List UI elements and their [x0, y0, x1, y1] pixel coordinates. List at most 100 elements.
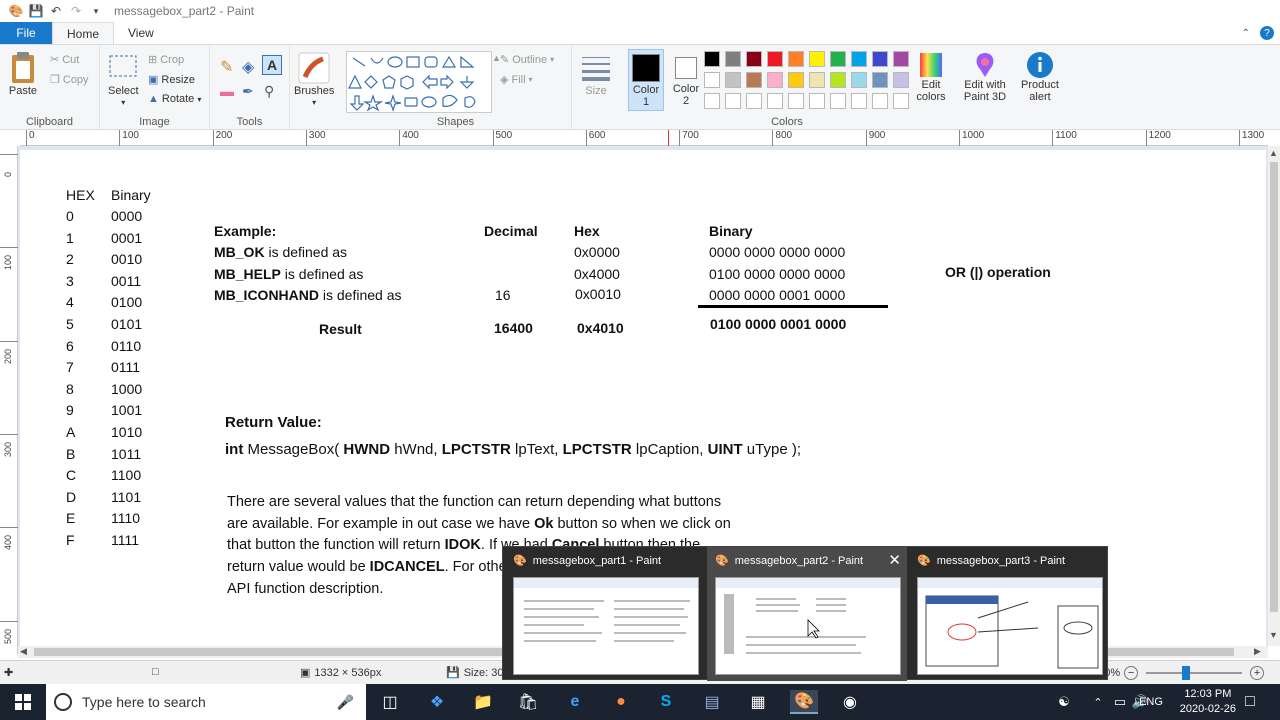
- color1-button[interactable]: Color 1: [628, 49, 664, 111]
- close-icon[interactable]: ✕: [888, 551, 901, 569]
- resize-button[interactable]: ▣ Resize: [148, 73, 195, 87]
- palette-swatch[interactable]: [704, 51, 720, 67]
- help-icon[interactable]: ?: [1260, 26, 1274, 40]
- palette-custom-swatch[interactable]: [893, 93, 909, 109]
- language-indicator[interactable]: ENG: [1136, 690, 1166, 714]
- palette-custom-swatch[interactable]: [746, 93, 762, 109]
- magnifier-icon[interactable]: ⚲: [264, 83, 274, 100]
- color-picker-icon[interactable]: ✒: [242, 83, 254, 100]
- people-icon[interactable]: ☯: [1052, 690, 1076, 714]
- customize-qat-icon[interactable]: ▾: [88, 3, 104, 19]
- product-alert-button[interactable]: Product alert: [1018, 51, 1062, 103]
- zoom-in-icon[interactable]: +: [1250, 666, 1265, 680]
- palette-swatch[interactable]: [809, 72, 825, 88]
- save-icon[interactable]: 💾: [28, 3, 44, 19]
- text-tool-icon[interactable]: A: [262, 55, 282, 75]
- notepad-icon[interactable]: ▤: [700, 690, 724, 714]
- shapes-gallery[interactable]: [346, 51, 492, 113]
- scroll-right-icon[interactable]: ▶: [1254, 646, 1261, 657]
- palette-custom-swatch[interactable]: [872, 93, 888, 109]
- taskbar-search-box[interactable]: Type here to search 🎤: [46, 684, 366, 720]
- tab-home[interactable]: Home: [52, 22, 115, 44]
- zoom-out-icon[interactable]: −: [1124, 666, 1139, 680]
- edge-icon[interactable]: e: [563, 690, 587, 714]
- palette-swatch[interactable]: [830, 51, 846, 67]
- microphone-icon[interactable]: 🎤: [337, 694, 354, 711]
- minimize-ribbon-icon[interactable]: ⌃: [1242, 28, 1250, 39]
- palette-swatch[interactable]: [767, 72, 783, 88]
- palette-swatch[interactable]: [893, 72, 909, 88]
- palette-swatch[interactable]: [809, 51, 825, 67]
- palette-swatch[interactable]: [872, 72, 888, 88]
- palette-swatch[interactable]: [725, 51, 741, 67]
- thumbnail-part1[interactable]: 🎨 messagebox_part1 - Paint: [505, 547, 705, 681]
- palette-swatch[interactable]: [872, 51, 888, 67]
- palette-custom-swatch[interactable]: [830, 93, 846, 109]
- palette-swatch[interactable]: [893, 51, 909, 67]
- selection-size: □: [152, 666, 159, 678]
- palette-swatch[interactable]: [746, 72, 762, 88]
- palette-custom-swatch[interactable]: [788, 93, 804, 109]
- edit-paint3d-button[interactable]: Edit with Paint 3D: [960, 51, 1010, 103]
- scroll-up-icon[interactable]: ▲: [1269, 148, 1278, 158]
- crop-button[interactable]: ⊞ Crop: [148, 53, 184, 67]
- palette-swatch[interactable]: [851, 72, 867, 88]
- dropbox-icon[interactable]: ❖: [425, 690, 449, 714]
- sig-part: lpText,: [510, 441, 563, 458]
- palette-custom-swatch[interactable]: [809, 93, 825, 109]
- palette-custom-swatch[interactable]: [704, 93, 720, 109]
- palette-swatch[interactable]: [725, 72, 741, 88]
- rotate-button[interactable]: ▲ Rotate ▾: [148, 93, 201, 105]
- undo-icon[interactable]: ↶: [48, 3, 64, 19]
- zoom-slider-thumb[interactable]: [1182, 666, 1191, 680]
- obs-icon[interactable]: ◉: [838, 690, 862, 714]
- skype-icon[interactable]: S: [654, 690, 678, 714]
- palette-swatch[interactable]: [851, 51, 867, 67]
- office-icon[interactable]: ▦: [746, 690, 770, 714]
- file-explorer-icon[interactable]: 📁: [471, 690, 495, 714]
- fill-bucket-icon[interactable]: ◈: [242, 57, 254, 77]
- copy-button[interactable]: ❐ Copy: [50, 73, 89, 87]
- color2-button[interactable]: Color 2: [668, 49, 704, 111]
- zoom-slider[interactable]: [1146, 666, 1243, 680]
- palette-swatch[interactable]: [788, 51, 804, 67]
- image-group: Select ▾ ⊞ Crop ▣ Resize ▲ Rotate ▾ Image: [100, 45, 210, 131]
- palette-swatch[interactable]: [830, 72, 846, 88]
- palette-swatch[interactable]: [746, 51, 762, 67]
- tab-view[interactable]: View: [114, 22, 168, 44]
- scroll-left-icon[interactable]: ◀: [20, 646, 27, 657]
- show-hidden-icons[interactable]: ⌃: [1086, 690, 1110, 714]
- palette-swatch[interactable]: [704, 72, 720, 88]
- thumbnail-part3[interactable]: 🎨 messagebox_part3 - Paint: [909, 547, 1109, 681]
- select-button[interactable]: Select ▾: [108, 53, 139, 109]
- size-button[interactable]: Size: [580, 53, 612, 97]
- brushes-button[interactable]: Brushes ▾: [294, 51, 334, 109]
- scroll-down-icon[interactable]: ▼: [1269, 630, 1278, 640]
- edit-colors-button[interactable]: Edit colors: [914, 51, 948, 103]
- tab-file[interactable]: File: [0, 22, 52, 44]
- quick-access-toolbar: 🎨 💾 ↶ ↷ ▾: [0, 3, 104, 19]
- notifications-icon[interactable]: □: [1238, 690, 1262, 714]
- start-button[interactable]: [0, 684, 46, 720]
- shapes-group-label: Shapes: [436, 116, 475, 128]
- cut-button[interactable]: ✂ Cut: [50, 53, 79, 67]
- eraser-icon[interactable]: ▬: [220, 83, 234, 99]
- palette-custom-swatch[interactable]: [851, 93, 867, 109]
- taskbar-clock[interactable]: 12:03 PM 2020-02-26: [1180, 687, 1236, 717]
- fill-button[interactable]: ◈ Fill ▾: [500, 73, 533, 87]
- thumbnail-part2[interactable]: 🎨 messagebox_part2 - Paint ✕: [707, 547, 907, 681]
- pencil-icon[interactable]: ✎: [220, 57, 233, 77]
- redo-icon[interactable]: ↷: [68, 3, 84, 19]
- palette-custom-swatch[interactable]: [725, 93, 741, 109]
- paste-button[interactable]: Paste: [8, 51, 38, 97]
- vertical-scrollbar[interactable]: ▲ ▼: [1268, 146, 1280, 646]
- task-view-icon[interactable]: ◫: [378, 690, 402, 714]
- palette-swatch[interactable]: [767, 51, 783, 67]
- outline-button[interactable]: ✎ Outline ▾: [500, 53, 554, 67]
- vertical-scroll-thumb[interactable]: [1270, 162, 1278, 612]
- palette-custom-swatch[interactable]: [767, 93, 783, 109]
- paint-taskbar-icon[interactable]: 🎨: [790, 690, 818, 714]
- store-icon[interactable]: 🛍: [516, 690, 540, 714]
- palette-swatch[interactable]: [788, 72, 804, 88]
- firefox-icon[interactable]: ●: [609, 690, 633, 714]
